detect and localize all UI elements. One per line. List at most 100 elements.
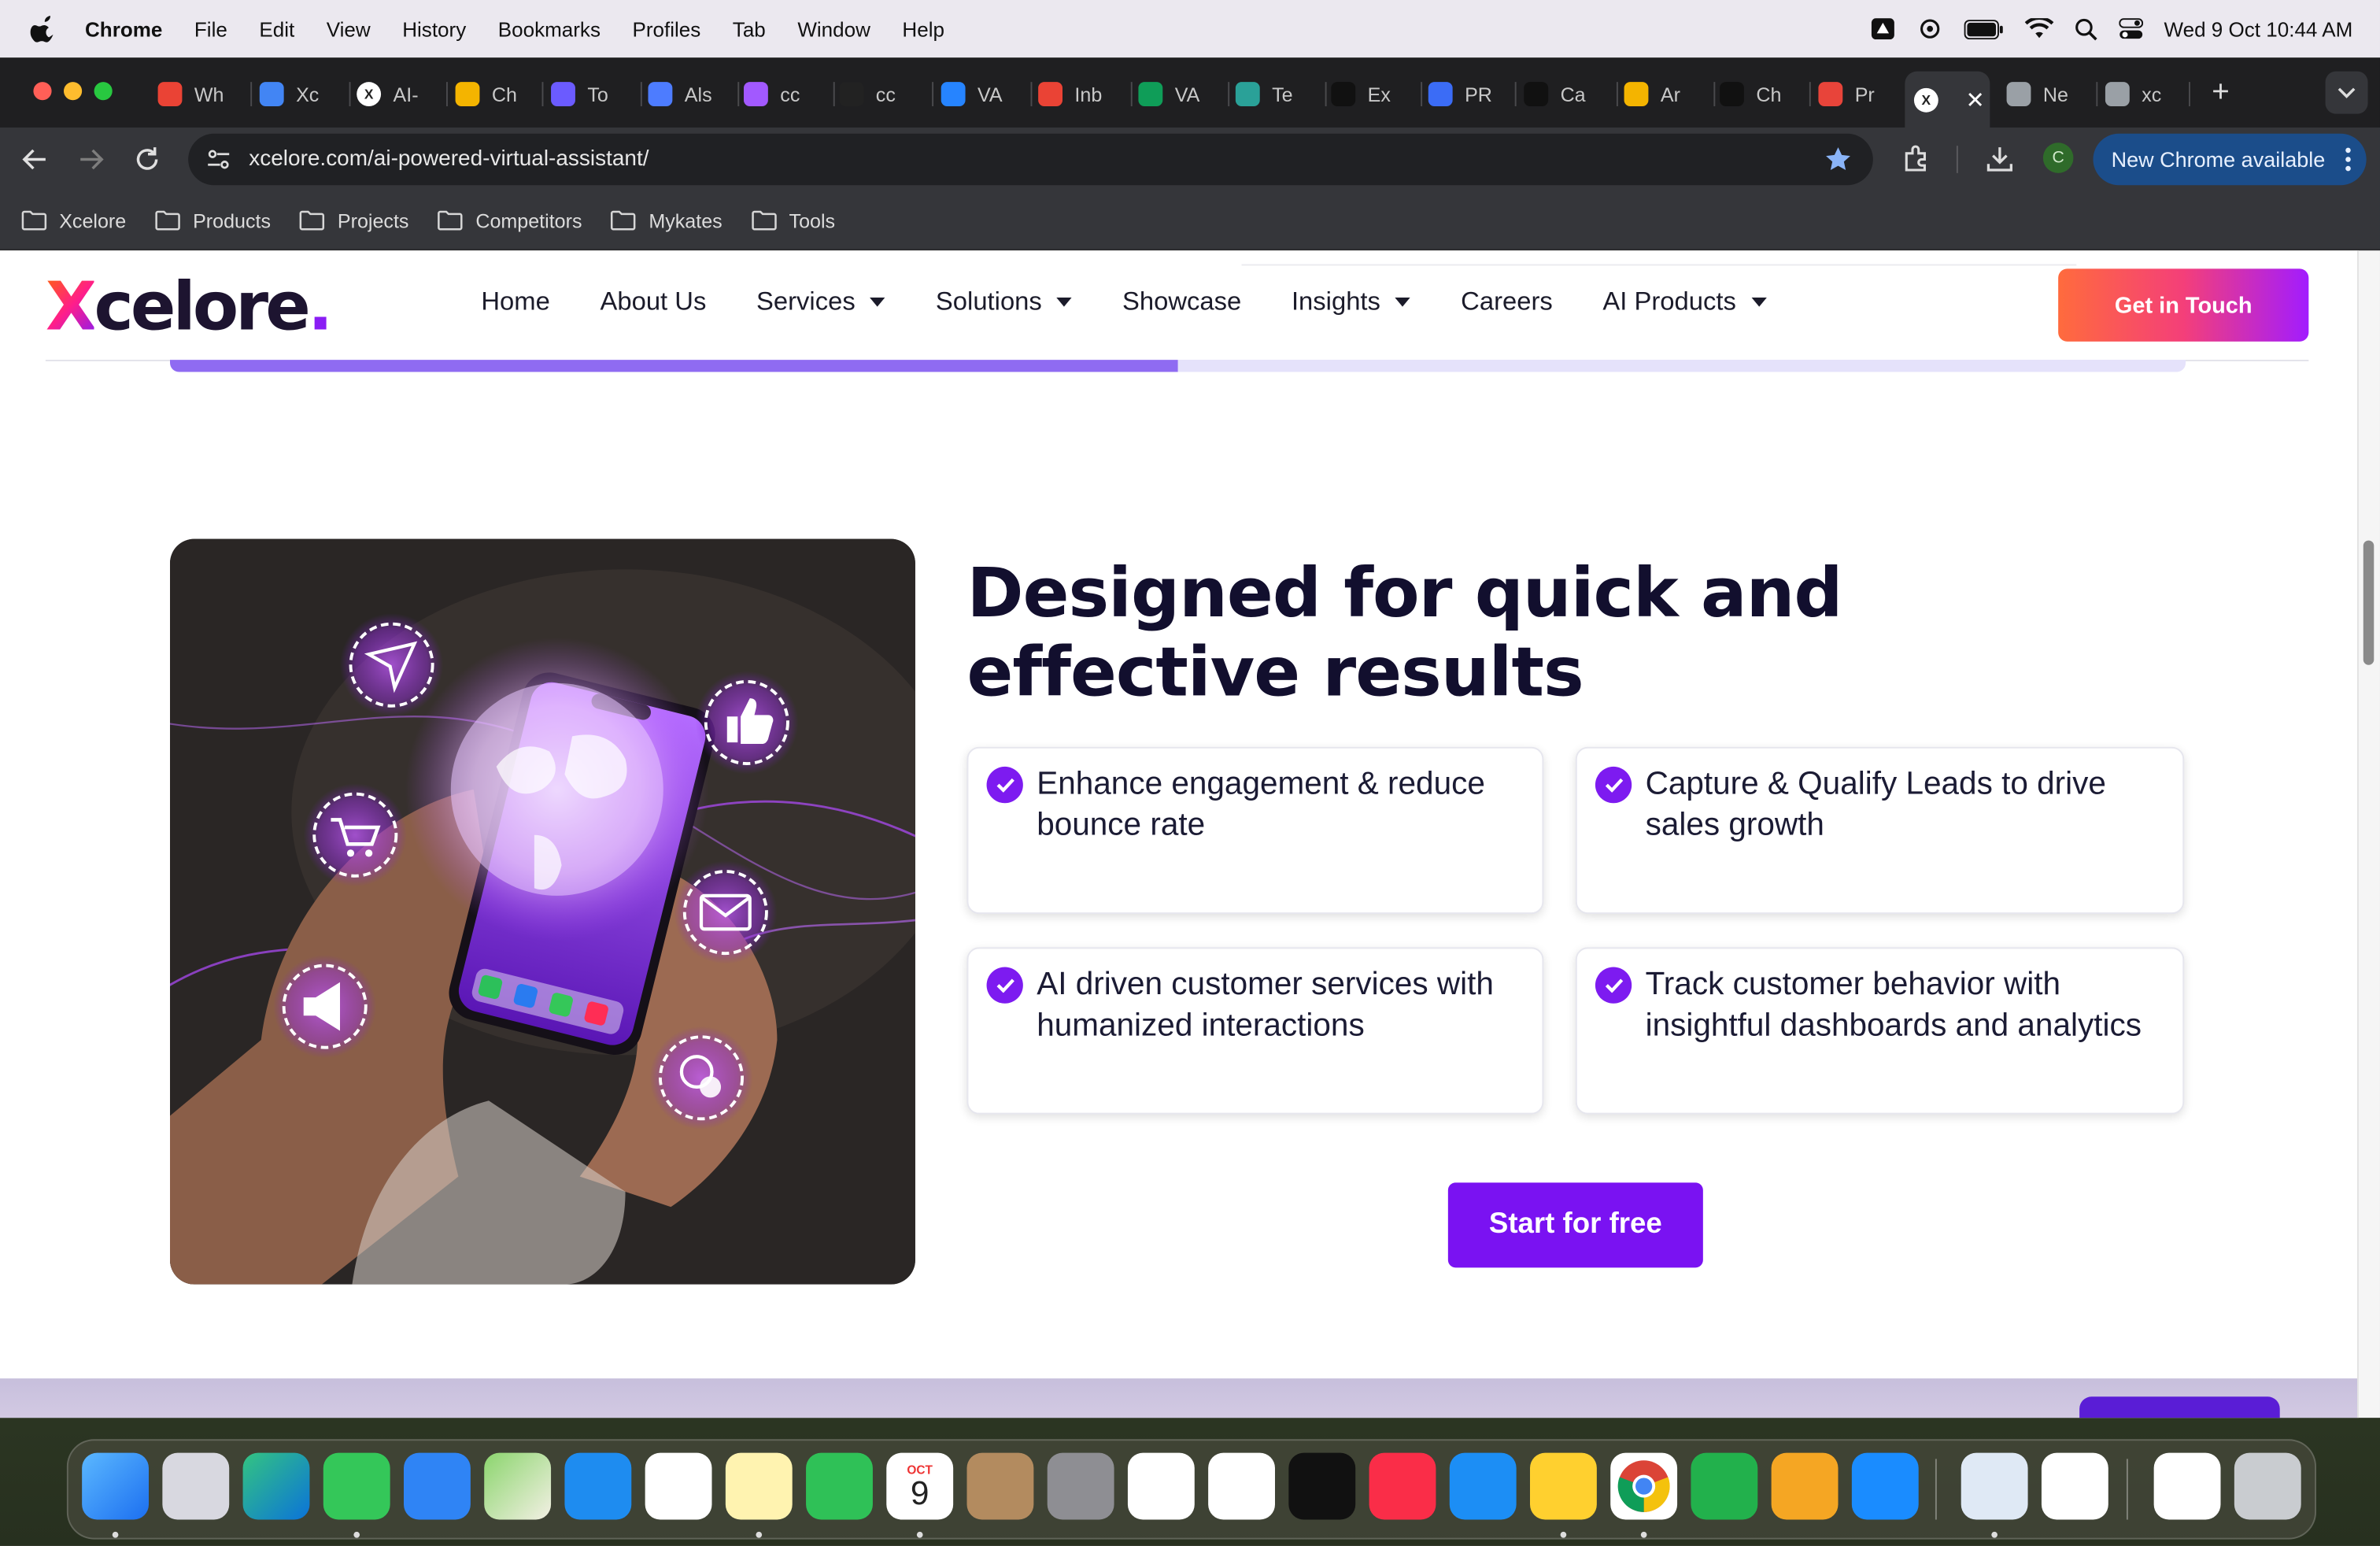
zoom-window-button[interactable] (94, 82, 113, 101)
tab[interactable]: Als (639, 72, 740, 117)
freeform-icon[interactable] (1208, 1452, 1275, 1520)
appletv-icon[interactable] (1288, 1452, 1356, 1520)
tab[interactable]: Ca (1515, 72, 1618, 117)
menu-edit[interactable]: Edit (259, 17, 294, 40)
close-window-button[interactable] (33, 82, 52, 101)
launchpad-icon[interactable] (162, 1452, 230, 1520)
tab[interactable]: VA (932, 72, 1033, 117)
tab[interactable]: Ch (446, 72, 544, 117)
menu-view[interactable]: View (327, 17, 371, 40)
nav-item-solutions[interactable]: Solutions (936, 287, 1073, 317)
nav-item-home[interactable]: Home (481, 287, 549, 317)
bookmark-folder[interactable]: Competitors (438, 209, 582, 231)
back-icon[interactable] (21, 146, 49, 173)
tab[interactable]: Ex (1322, 72, 1423, 117)
minimize-window-button[interactable] (63, 82, 83, 101)
new-chrome-available-button[interactable]: New Chrome available (2093, 133, 2367, 186)
site-info-icon[interactable] (206, 149, 231, 170)
apple-icon[interactable] (30, 15, 58, 43)
tab[interactable]: Wh (149, 72, 253, 117)
tab[interactable]: X AI- (348, 72, 448, 117)
calendar-icon[interactable]: OCT 9 (886, 1452, 954, 1520)
bookmark-folder[interactable]: Tools (751, 209, 835, 231)
profile-avatar[interactable]: C (2042, 142, 2074, 173)
menu-profiles[interactable]: Profiles (632, 17, 700, 40)
url-text[interactable]: xcelore.com/ai-powered-virtual-assistant… (249, 147, 649, 172)
tab[interactable]: Ch (1710, 72, 1811, 117)
mail-icon[interactable] (403, 1452, 471, 1520)
menu-window[interactable]: Window (797, 17, 870, 40)
extensions-icon[interactable] (1901, 144, 1931, 173)
bookmark-folder[interactable]: Products (155, 209, 271, 231)
tab[interactable]: cc (734, 72, 835, 117)
drive-status-icon[interactable] (1869, 18, 1895, 40)
start-for-free-button[interactable]: Start for free (1447, 1182, 1703, 1268)
menu-bookmarks[interactable]: Bookmarks (498, 17, 601, 40)
more-menu-icon[interactable] (2345, 147, 2352, 172)
keynote-icon[interactable] (1449, 1452, 1517, 1520)
tab[interactable]: Xc (250, 72, 351, 117)
contacts-icon[interactable] (966, 1452, 1034, 1520)
xcelore-logo[interactable]: Xcelore. (46, 268, 333, 346)
finder-icon[interactable] (82, 1452, 149, 1520)
nav-item-careers[interactable]: Careers (1461, 287, 1553, 317)
bookmark-star-icon[interactable] (1824, 146, 1852, 173)
mongodb-icon[interactable] (2041, 1452, 2108, 1520)
menu-history[interactable]: History (402, 17, 466, 40)
music-icon[interactable] (1369, 1452, 1436, 1520)
tab[interactable]: Ne (1998, 72, 2098, 117)
xcelore-doc-icon[interactable] (2153, 1452, 2221, 1520)
get-in-touch-button[interactable]: Get in Touch (2058, 268, 2309, 342)
pages-icon[interactable] (1771, 1452, 1839, 1520)
tab[interactable]: Inb (1029, 72, 1133, 117)
notes-icon[interactable] (725, 1452, 793, 1520)
clock[interactable]: Wed 9 Oct 10:44 AM (2164, 17, 2353, 40)
tab[interactable]: To (541, 72, 642, 117)
wifi-icon[interactable] (2024, 18, 2053, 39)
tab[interactable]: PR (1419, 72, 1517, 117)
safari-icon[interactable] (564, 1452, 632, 1520)
new-tab-button[interactable]: + (2204, 76, 2237, 109)
tab-search-button[interactable] (2325, 71, 2368, 114)
forward-icon[interactable] (77, 146, 105, 173)
preview-icon[interactable] (1961, 1452, 2028, 1520)
downloads-icon[interactable] (1986, 144, 2015, 173)
tab[interactable]: Te (1226, 72, 1327, 117)
nav-item-showcase[interactable]: Showcase (1122, 287, 1241, 317)
menu-help[interactable]: Help (902, 17, 944, 40)
tab[interactable]: cc (830, 72, 934, 117)
bookmark-folder[interactable]: Xcelore (21, 209, 126, 231)
address-bar[interactable]: xcelore.com/ai-powered-virtual-assistant… (188, 133, 1873, 186)
tab[interactable]: Ar (1615, 72, 1716, 117)
appstore-icon[interactable] (1851, 1452, 1919, 1520)
reminders-icon[interactable] (1127, 1452, 1195, 1520)
nav-item-services[interactable]: Services (756, 287, 886, 317)
edge-icon[interactable] (242, 1452, 310, 1520)
next-section-button[interactable] (2079, 1396, 2280, 1418)
photos-icon[interactable] (645, 1452, 712, 1520)
battery-icon[interactable] (1963, 19, 2003, 39)
menu-tab[interactable]: Tab (733, 17, 766, 40)
search-icon[interactable] (2075, 17, 2097, 40)
tab[interactable]: xc (2096, 72, 2190, 117)
maps-icon[interactable] (484, 1452, 552, 1520)
nav-item-about-us[interactable]: About Us (600, 287, 706, 317)
tab-active[interactable]: X ✕ (1905, 71, 1990, 128)
bookmark-folder[interactable]: Projects (300, 209, 408, 231)
chrome-icon[interactable] (1610, 1452, 1678, 1520)
control-center-icon[interactable] (2118, 18, 2143, 39)
facetime-icon[interactable] (806, 1452, 873, 1520)
messages-icon[interactable] (323, 1452, 390, 1520)
close-tab-icon[interactable]: ✕ (1965, 86, 1984, 113)
trash-icon[interactable] (2234, 1452, 2301, 1520)
tab[interactable]: VA (1129, 72, 1230, 117)
scrollbar-thumb[interactable] (2363, 540, 2374, 665)
tab[interactable]: Pr (1809, 72, 1910, 117)
reload-icon[interactable] (134, 146, 161, 173)
menu-app-name[interactable]: Chrome (85, 17, 162, 40)
system-settings-icon[interactable] (1047, 1452, 1114, 1520)
miro-icon[interactable] (1529, 1452, 1597, 1520)
openai-status-icon[interactable] (1916, 18, 1942, 39)
numbers-icon[interactable] (1691, 1452, 1758, 1520)
nav-item-insights[interactable]: Insights (1292, 287, 1411, 317)
